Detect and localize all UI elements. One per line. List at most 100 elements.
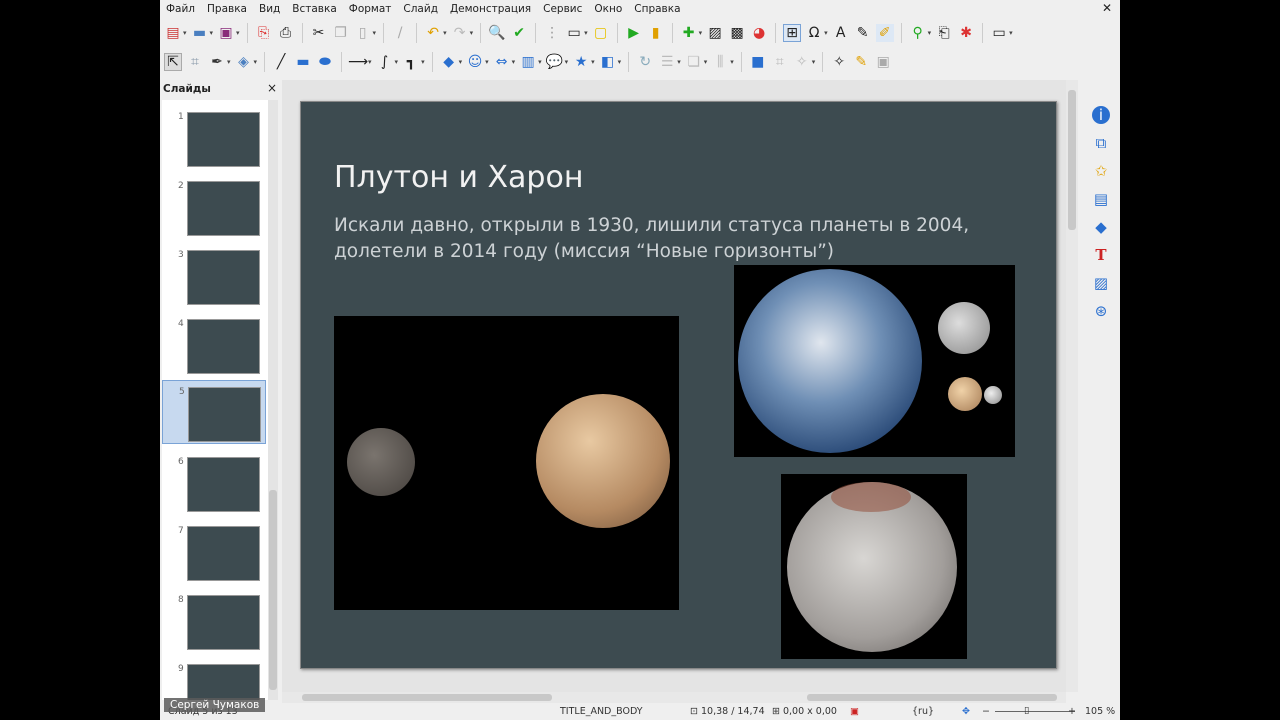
arrange-icon[interactable]: ❏ [685,53,703,71]
save-icon[interactable]: ▣ [217,24,235,42]
master-slides-icon[interactable]: ▤ [1092,190,1110,208]
connector-icon[interactable]: ┓ [402,53,420,71]
horizontal-scrollbar[interactable] [282,692,1066,703]
slide-transition-icon[interactable]: ⧉ [1092,134,1110,152]
copy-icon[interactable]: ❐ [332,24,350,42]
flowchart-icon[interactable]: ▥ [519,53,537,71]
export-pdf-icon[interactable]: ⎘ [255,24,273,42]
glue-points-icon[interactable]: ✎ [852,53,870,71]
zoom-out-icon[interactable]: − [982,706,990,717]
basic-shapes-icon[interactable]: ◆ [440,53,458,71]
line-color-icon[interactable]: ✒ [208,53,226,71]
slide-thumbnail[interactable]: 1 [162,106,266,168]
hyperlink-icon[interactable]: ⚲ [909,24,927,42]
clone-formatting-icon[interactable]: / [391,24,409,42]
vertical-scrollbar[interactable] [1066,80,1078,692]
properties-icon[interactable]: i [1092,106,1110,124]
master-slide-icon[interactable]: ▢ [592,24,610,42]
points-icon[interactable]: ✧ [830,53,848,71]
menu-slide[interactable]: Слайд [403,3,438,15]
rotate-icon[interactable]: ↻ [636,53,654,71]
slide-thumbnail[interactable]: 4 [162,313,266,375]
line-icon[interactable]: ╱ [272,53,290,71]
special-char-icon[interactable]: Ω [805,24,823,42]
slide-title[interactable]: Плутон и Харон [334,160,583,195]
chart-icon[interactable]: ◕ [750,24,768,42]
print-icon[interactable]: ⎙ [277,24,295,42]
show-draw-icon[interactable]: ✐ [875,24,894,42]
display-views-icon[interactable]: ▭ [565,24,583,42]
text-box-icon[interactable]: A [832,24,850,42]
slide-thumbnail[interactable]: 9 [162,658,266,700]
fontwork-styles-icon[interactable]: T [1092,246,1110,264]
fill-color-icon[interactable]: ◈ [235,53,253,71]
table-icon[interactable]: ⊞ [783,24,802,42]
fit-slide-icon[interactable]: ✥ [962,706,970,717]
select-icon[interactable]: ⇱ [164,53,182,71]
menu-view[interactable]: Вид [259,3,280,15]
menu-file[interactable]: Файл [166,3,195,15]
menu-edit[interactable]: Правка [207,3,247,15]
zoom-slider[interactable] [995,711,1075,712]
custom-animation-icon[interactable]: ✩ [1092,162,1110,180]
undo-icon[interactable]: ↶ [424,24,442,42]
slide-thumbnail-selected[interactable]: 5 [162,380,266,444]
slide-thumbnail[interactable]: 6 [162,451,266,513]
symbol-shapes-icon[interactable]: ☺ [466,53,484,71]
arrow-line-icon[interactable]: ⟶ [348,53,368,71]
slide-thumbnail[interactable]: 2 [162,175,266,237]
redo-icon[interactable]: ↷ [451,24,469,42]
menu-tools[interactable]: Сервис [543,3,582,15]
start-current-slide-icon[interactable]: ▮ [647,24,665,42]
callouts-icon[interactable]: 💬 [546,53,564,71]
block-arrows-icon[interactable]: ⇔ [493,53,511,71]
menu-format[interactable]: Формат [349,3,392,15]
movie-icon[interactable]: ▩ [728,24,746,42]
document-modified-icon[interactable]: ▣ [850,706,859,717]
gallery-icon[interactable]: ▨ [1092,274,1110,292]
close-document-icon[interactable]: ✕ [1102,1,1112,15]
fontwork-icon[interactable]: ✎ [854,24,872,42]
shadow-icon[interactable]: ■ [749,53,767,71]
3d-objects-icon[interactable]: ◧ [599,53,617,71]
curve-icon[interactable]: ∫ [376,53,394,71]
navigator-icon[interactable]: ⎗ [935,24,953,42]
cut-icon[interactable]: ✂ [310,24,328,42]
crop-icon[interactable]: ⌗ [771,53,789,71]
styles-icon[interactable]: ◆ [1092,218,1110,236]
charon-image[interactable] [781,474,967,659]
zoom-pan-icon[interactable]: ⌗ [186,53,204,71]
open-icon[interactable]: ▬ [191,24,209,42]
grid-icon[interactable]: ⋮ [543,24,561,42]
navigator-sidebar-icon[interactable]: ⊛ [1092,302,1110,320]
sidebar-toggle-icon[interactable]: ▭ [990,24,1008,42]
menu-slideshow[interactable]: Демонстрация [450,3,531,15]
image-icon[interactable]: ▨ [706,24,724,42]
stars-icon[interactable]: ★ [572,53,590,71]
zoom-slider-handle[interactable]: ▯ [1024,705,1029,716]
zoom-in-icon[interactable]: + [1068,706,1076,717]
panel-scrollbar[interactable] [268,100,278,700]
new-slide-icon[interactable]: ✚ [680,24,698,42]
toggle-extrusion-icon[interactable]: ▣ [874,53,892,71]
menu-insert[interactable]: Вставка [292,3,337,15]
pluto-charon-image[interactable] [334,316,679,610]
find-replace-icon[interactable]: 🔍 [488,24,506,42]
slide[interactable]: Плутон и Харон Искали давно, открыли в 1… [300,101,1057,669]
comment-icon[interactable]: ✱ [957,24,975,42]
start-first-slide-icon[interactable]: ▶ [625,24,643,42]
slide-subtitle[interactable]: Искали давно, открыли в 1930, лишили ста… [334,213,1034,265]
menu-help[interactable]: Справка [634,3,680,15]
slide-thumbnail[interactable]: 8 [162,589,266,651]
ellipse-icon[interactable]: ⬬ [316,53,334,71]
distribute-icon[interactable]: ⫼ [711,53,729,71]
align-icon[interactable]: ☰ [658,53,676,71]
zoom-level[interactable]: 105 % [1085,706,1115,717]
new-icon[interactable]: ▤ [164,24,182,42]
slide-thumbnail[interactable]: 7 [162,520,266,582]
earth-moon-comparison-image[interactable] [734,265,1015,457]
slide-thumbnail[interactable]: 3 [162,244,266,306]
language[interactable]: {ru} [912,706,934,717]
filter-icon[interactable]: ✧ [793,53,811,71]
rectangle-icon[interactable]: ▬ [294,53,312,71]
